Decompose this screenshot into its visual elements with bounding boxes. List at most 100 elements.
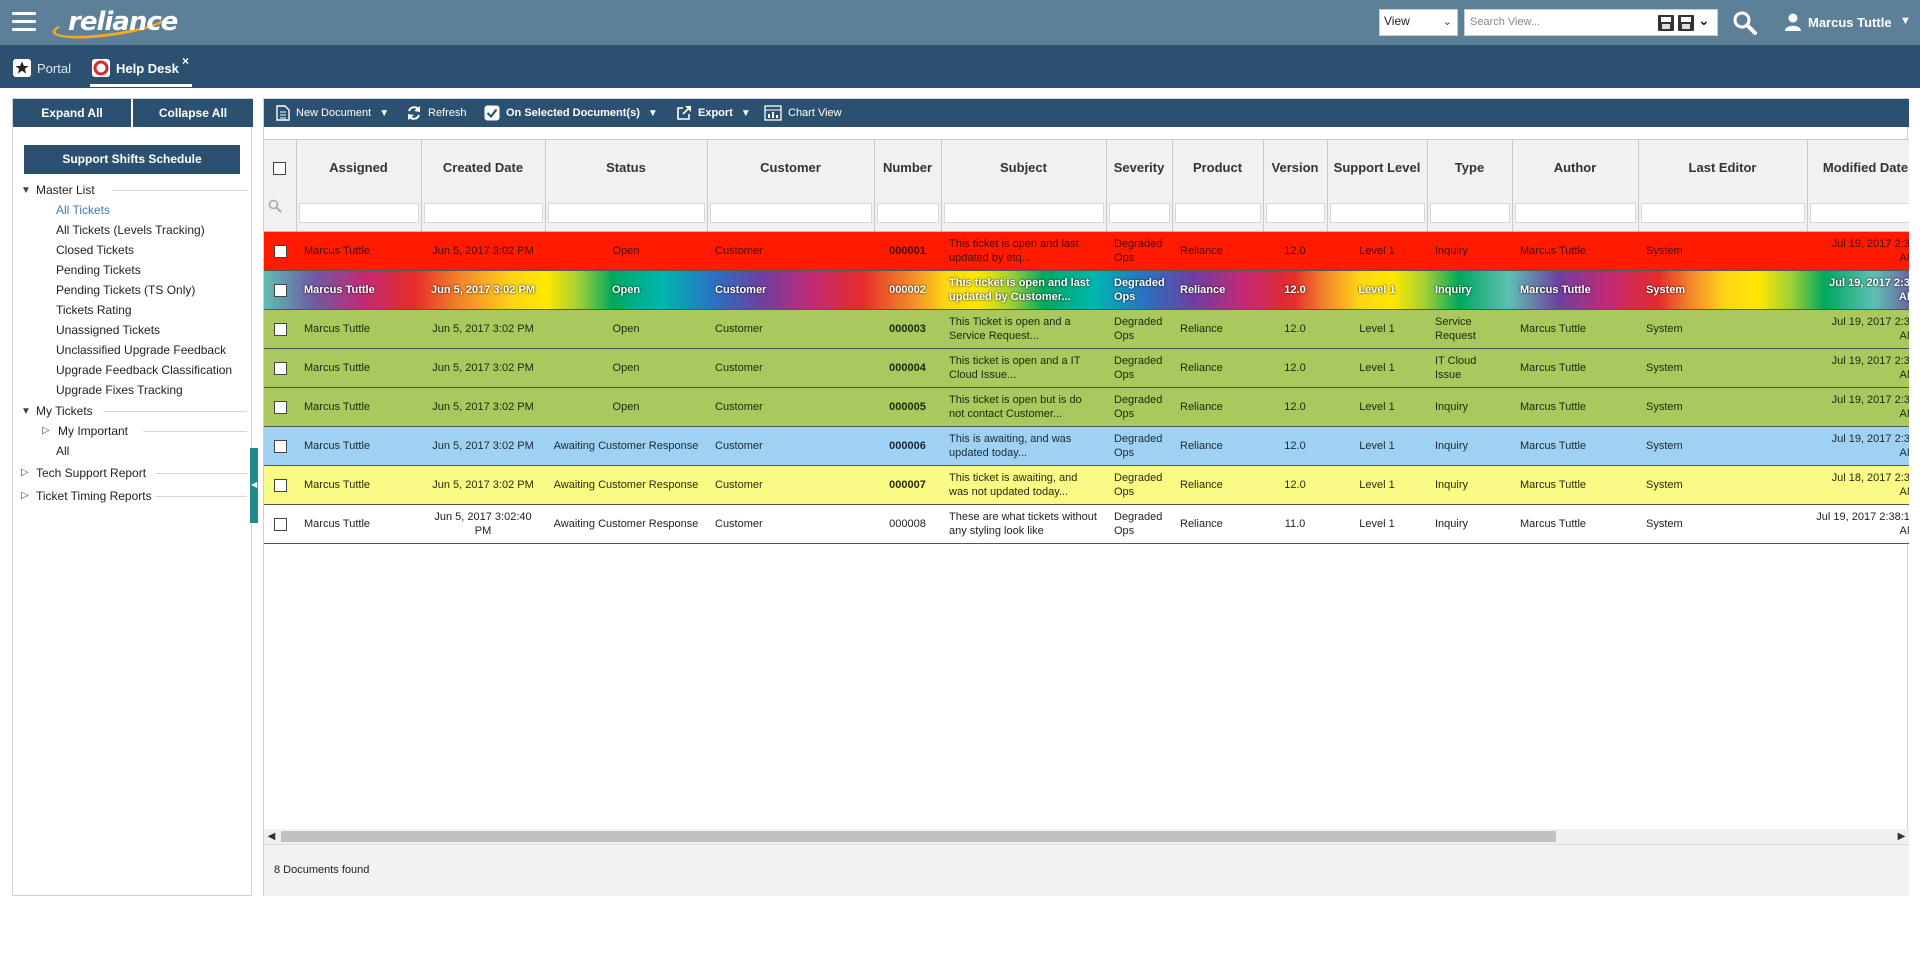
- filter-created-date[interactable]: [421, 195, 546, 232]
- filter-subject[interactable]: [941, 195, 1107, 232]
- refresh-button[interactable]: Refresh: [406, 99, 467, 127]
- tree-item-my-important[interactable]: My Important: [58, 424, 128, 438]
- cell-number[interactable]: 000008: [874, 504, 941, 544]
- collapsed-arrow-icon[interactable]: ▷: [42, 425, 50, 436]
- column-header-number[interactable]: Number: [874, 139, 942, 196]
- tree-item-pending-tickets[interactable]: Pending Tickets: [56, 263, 141, 277]
- collapsed-arrow-icon[interactable]: ▷: [21, 490, 29, 501]
- hamburger-menu-icon[interactable]: [12, 12, 36, 32]
- column-header-customer[interactable]: Customer: [707, 139, 875, 196]
- column-header-assigned[interactable]: Assigned: [296, 139, 422, 196]
- filter-customer[interactable]: [707, 195, 875, 232]
- reliance-logo[interactable]: reliance: [50, 3, 178, 45]
- row-checkbox[interactable]: [273, 283, 287, 297]
- filter-severity[interactable]: [1106, 195, 1173, 232]
- column-header-severity[interactable]: Severity: [1106, 139, 1173, 196]
- column-header-product[interactable]: Product: [1172, 139, 1264, 196]
- view-select[interactable]: View ⌄: [1379, 9, 1458, 36]
- filter-author[interactable]: [1512, 195, 1639, 232]
- filter-assigned[interactable]: [296, 195, 422, 232]
- table-row[interactable]: Marcus Tuttle Jun 5, 2017 3:02 PM Awaiti…: [264, 465, 1909, 505]
- tree-item-pending-tickets-ts[interactable]: Pending Tickets (TS Only): [56, 283, 195, 297]
- filter-modified-date[interactable]: [1807, 195, 1909, 232]
- table-row[interactable]: Marcus Tuttle Jun 5, 2017 3:02 PM Awaiti…: [264, 426, 1909, 466]
- cell-number[interactable]: 000003: [874, 309, 941, 349]
- column-header-support-level[interactable]: Support Level: [1327, 139, 1428, 196]
- export-menu[interactable]: Export ▼: [676, 99, 751, 127]
- table-row[interactable]: Marcus Tuttle Jun 5, 2017 3:02 PM Open C…: [264, 231, 1909, 271]
- table-row[interactable]: Marcus Tuttle Jun 5, 2017 3:02 PM Open C…: [264, 270, 1909, 310]
- table-row[interactable]: Marcus Tuttle Jun 5, 2017 3:02 PM Open C…: [264, 387, 1909, 427]
- cell-number[interactable]: 000001: [874, 231, 941, 271]
- cell-number[interactable]: 000005: [874, 387, 941, 427]
- column-header-subject[interactable]: Subject: [941, 139, 1107, 196]
- filter-type[interactable]: [1427, 195, 1513, 232]
- tree-item-upgrade-fixes-tracking[interactable]: Upgrade Fixes Tracking: [56, 383, 183, 397]
- column-header-version[interactable]: Version: [1263, 139, 1328, 196]
- scrollbar-thumb[interactable]: [281, 831, 1556, 842]
- cell-number[interactable]: 000007: [874, 465, 941, 505]
- cell-number[interactable]: 000006: [874, 426, 941, 466]
- row-checkbox[interactable]: [273, 322, 287, 336]
- tree-item-my-all[interactable]: All: [56, 444, 69, 458]
- tree-item-unassigned-tickets[interactable]: Unassigned Tickets: [56, 323, 160, 337]
- tree-item-tech-support-report[interactable]: Tech Support Report: [36, 466, 146, 480]
- cell-number[interactable]: 000002: [874, 270, 941, 310]
- scroll-left-icon[interactable]: ◀: [264, 829, 279, 844]
- tab-portal[interactable]: Portal: [13, 45, 83, 88]
- on-selected-documents-menu[interactable]: On Selected Document(s) ▼: [484, 99, 658, 127]
- table-row[interactable]: Marcus Tuttle Jun 5, 2017 3:02:40 PM Awa…: [264, 504, 1909, 544]
- table-row[interactable]: Marcus Tuttle Jun 5, 2017 3:02 PM Open C…: [264, 309, 1909, 349]
- expanded-arrow-icon[interactable]: ▼: [21, 185, 31, 196]
- chevron-down-icon[interactable]: ⌄: [1698, 12, 1714, 28]
- chart-view-button[interactable]: Chart View: [764, 99, 842, 127]
- tree-item-master-list[interactable]: Master List: [36, 183, 95, 197]
- column-header-created-date[interactable]: Created Date: [421, 139, 546, 196]
- tree-item-closed-tickets[interactable]: Closed Tickets: [56, 243, 134, 257]
- column-header-modified-date[interactable]: Modified Date: [1807, 139, 1909, 196]
- filter-product[interactable]: [1172, 195, 1264, 232]
- expand-all-button[interactable]: Expand All: [13, 99, 131, 127]
- cell-number[interactable]: 000004: [874, 348, 941, 388]
- filter-last-editor[interactable]: [1638, 195, 1808, 232]
- horizontal-scrollbar[interactable]: ◀ ▶: [264, 829, 1909, 844]
- new-document-button[interactable]: New Document ▼: [276, 99, 389, 127]
- filter-number[interactable]: [874, 195, 942, 232]
- save-view-icon[interactable]: [1658, 15, 1674, 31]
- cell-severity: Degraded Ops: [1106, 231, 1172, 271]
- row-checkbox[interactable]: [273, 400, 287, 414]
- search-icon[interactable]: [1732, 10, 1758, 36]
- tree-item-unclassified-upgrade-feedback[interactable]: Unclassified Upgrade Feedback: [56, 343, 226, 357]
- cell-author: Marcus Tuttle: [1512, 231, 1638, 271]
- row-checkbox[interactable]: [273, 517, 287, 531]
- collapse-all-button[interactable]: Collapse All: [133, 99, 253, 127]
- support-shifts-schedule-button[interactable]: Support Shifts Schedule: [24, 145, 240, 174]
- tree-item-my-tickets[interactable]: My Tickets: [36, 404, 93, 418]
- column-header-author[interactable]: Author: [1512, 139, 1639, 196]
- column-header-status[interactable]: Status: [545, 139, 708, 196]
- tree-item-ticket-timing-reports[interactable]: Ticket Timing Reports: [36, 489, 152, 503]
- scroll-right-icon[interactable]: ▶: [1894, 829, 1909, 844]
- table-row[interactable]: Marcus Tuttle Jun 5, 2017 3:02 PM Open C…: [264, 348, 1909, 388]
- row-checkbox[interactable]: [273, 244, 287, 258]
- save-view-as-icon[interactable]: [1678, 15, 1694, 31]
- filter-version[interactable]: [1263, 195, 1328, 232]
- tree-item-tickets-rating[interactable]: Tickets Rating: [56, 303, 132, 317]
- filter-support-level[interactable]: [1327, 195, 1428, 232]
- expanded-arrow-icon[interactable]: ▼: [21, 406, 31, 417]
- column-header-last-editor[interactable]: Last Editor: [1638, 139, 1808, 196]
- column-header-type[interactable]: Type: [1427, 139, 1513, 196]
- select-all-checkbox[interactable]: [273, 162, 287, 176]
- row-checkbox[interactable]: [273, 478, 287, 492]
- collapse-panel-handle[interactable]: ◀: [250, 448, 258, 523]
- collapsed-arrow-icon[interactable]: ▷: [21, 467, 29, 478]
- tree-item-all-tickets-levels[interactable]: All Tickets (Levels Tracking): [56, 223, 205, 237]
- filter-status[interactable]: [545, 195, 708, 232]
- search-view-input[interactable]: Search View... ⌄: [1464, 9, 1718, 36]
- tab-help-desk[interactable]: Help Desk: [90, 45, 192, 88]
- close-tab-icon[interactable]: ×: [182, 54, 189, 68]
- row-checkbox[interactable]: [273, 439, 287, 453]
- tree-item-all-tickets[interactable]: All Tickets: [56, 203, 110, 217]
- row-checkbox[interactable]: [273, 361, 287, 375]
- tree-item-upgrade-feedback-classification[interactable]: Upgrade Feedback Classification: [56, 363, 232, 377]
